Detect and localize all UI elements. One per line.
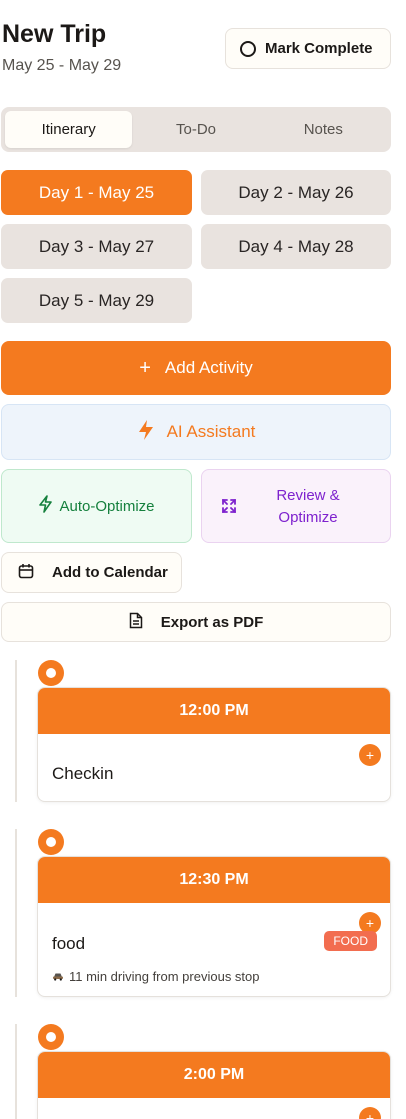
export-pdf-label: Export as PDF bbox=[160, 613, 264, 631]
tab-notes[interactable]: Notes bbox=[260, 111, 387, 148]
activity-title: Checkin bbox=[52, 764, 114, 783]
lightning-icon bbox=[137, 419, 155, 446]
add-icon[interactable]: + bbox=[359, 744, 381, 766]
day-3-button[interactable]: Day 3 - May 27 bbox=[1, 224, 192, 269]
add-icon[interactable]: + bbox=[359, 1107, 381, 1119]
day-1-button[interactable]: Day 1 - May 25 bbox=[1, 170, 192, 215]
activity-title: food bbox=[52, 934, 86, 953]
tab-itinerary[interactable]: Itinerary bbox=[5, 111, 133, 148]
drive-note: 11 min driving from previous stop bbox=[52, 969, 260, 984]
export-pdf-button[interactable]: Export as PDF bbox=[1, 602, 391, 642]
ai-assistant-button[interactable]: AI Assistant bbox=[1, 404, 391, 460]
activity-time: 12:30 PM bbox=[38, 857, 390, 903]
auto-optimize-label: Auto-Optimize bbox=[59, 497, 155, 515]
timeline-line bbox=[15, 1024, 17, 1119]
timeline-dot bbox=[38, 660, 64, 686]
mark-complete-label: Mark Complete bbox=[265, 40, 373, 57]
day-5-button[interactable]: Day 5 - May 29 bbox=[1, 278, 192, 323]
document-icon bbox=[129, 612, 143, 633]
car-icon bbox=[52, 969, 64, 984]
trip-dates: May 25 - May 29 bbox=[2, 57, 122, 74]
add-activity-label: Add Activity bbox=[164, 358, 253, 377]
page-title: New Trip bbox=[2, 20, 107, 48]
add-activity-button[interactable]: + Add Activity bbox=[1, 341, 391, 395]
activity-card[interactable]: 12:00 PM + Checkin bbox=[37, 687, 391, 802]
expand-icon bbox=[221, 498, 237, 518]
lightning-outline-icon bbox=[38, 495, 53, 517]
timeline-dot bbox=[38, 1024, 64, 1050]
tab-bar: Itinerary To-Do Notes bbox=[1, 107, 391, 152]
auto-optimize-button[interactable]: Auto-Optimize bbox=[1, 469, 192, 543]
add-to-calendar-button[interactable]: Add to Calendar bbox=[1, 552, 182, 593]
day-4-button[interactable]: Day 4 - May 28 bbox=[201, 224, 391, 269]
tab-todo[interactable]: To-Do bbox=[132, 111, 259, 148]
day-2-button[interactable]: Day 2 - May 26 bbox=[201, 170, 391, 215]
activity-card[interactable]: 12:30 PM + FOOD food 11 min driving from… bbox=[37, 856, 391, 997]
circle-icon bbox=[240, 40, 256, 57]
ai-assistant-label: AI Assistant bbox=[166, 422, 256, 441]
review-optimize-label: Review & Optimize bbox=[276, 487, 340, 526]
category-badge: FOOD bbox=[324, 931, 377, 951]
review-optimize-button[interactable]: Review & Optimize bbox=[201, 469, 391, 543]
activity-time: 2:00 PM bbox=[38, 1052, 390, 1098]
activity-card[interactable]: 2:00 PM + bbox=[37, 1051, 391, 1119]
add-to-calendar-label: Add to Calendar bbox=[52, 564, 168, 581]
mark-complete-button[interactable]: Mark Complete bbox=[225, 28, 391, 69]
drive-note-text: 11 min driving from previous stop bbox=[69, 969, 260, 984]
timeline-dot bbox=[38, 829, 64, 855]
timeline-line bbox=[15, 660, 17, 802]
trip-header: New Trip May 25 - May 29 Mark Complete bbox=[0, 0, 406, 90]
plus-icon: + bbox=[139, 356, 151, 379]
timeline-line bbox=[15, 829, 17, 997]
calendar-icon bbox=[18, 563, 34, 583]
activity-time: 12:00 PM bbox=[38, 688, 390, 734]
